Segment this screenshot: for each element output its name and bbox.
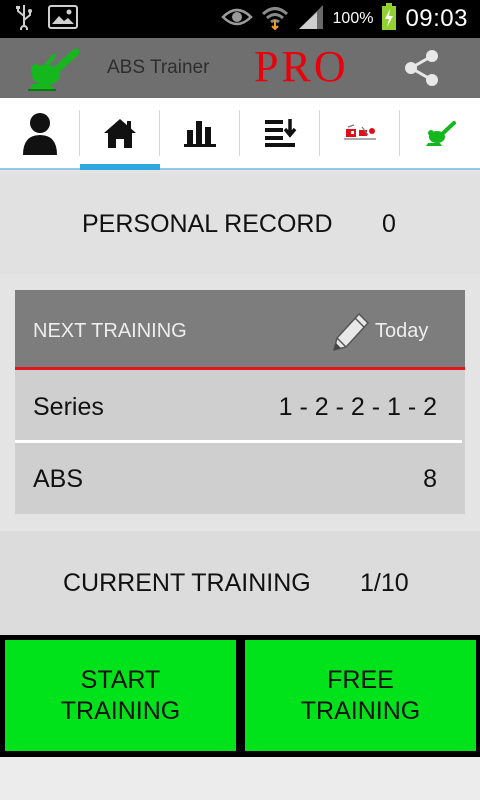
current-training-value: 1/10 [360, 569, 409, 597]
free-training-button[interactable]: FREE TRAINING [245, 640, 476, 751]
app-title: ABS Trainer [107, 57, 210, 78]
bar-chart-icon [184, 121, 216, 147]
next-training-header: NEXT TRAINING Today [15, 290, 465, 370]
tab-profile[interactable] [0, 98, 80, 168]
sort-list-icon [265, 119, 297, 147]
person-icon [23, 113, 57, 155]
tab-home[interactable] [80, 98, 160, 170]
pencil-icon[interactable] [329, 310, 373, 352]
tab-stats[interactable] [160, 98, 240, 168]
battery-percent: 100% [332, 10, 374, 27]
personal-record-panel: PERSONAL RECORD 0 [0, 174, 480, 274]
series-value: 1 - 2 - 2 - 1 - 2 [278, 393, 437, 421]
series-label: Series [33, 393, 104, 421]
footer-area [0, 757, 480, 800]
battery-charging-icon [381, 2, 397, 36]
eye-icon [220, 6, 253, 33]
situp-figure-icon [426, 121, 456, 146]
status-bar: 100% 09:03 [0, 0, 480, 38]
status-clock: 09:03 [405, 5, 468, 32]
exercise-figure-icon [344, 124, 376, 140]
abs-label: ABS [33, 465, 84, 493]
share-button[interactable] [400, 48, 444, 88]
personal-record-value: 0 [382, 210, 396, 238]
next-training-date: Today [375, 320, 429, 342]
usb-icon [14, 4, 34, 35]
series-row: Series 1 - 2 - 2 - 1 - 2 [15, 373, 465, 443]
app-bar: ABS Trainer PRO [0, 38, 480, 98]
next-training-card: NEXT TRAINING Today Series 1 - 2 - 2 - 1… [15, 290, 465, 514]
image-icon [48, 4, 78, 34]
tab-levels[interactable] [240, 98, 320, 168]
personal-record-label: PERSONAL RECORD [82, 210, 333, 238]
abs-row: ABS 8 [15, 445, 465, 515]
signal-icon [297, 4, 325, 35]
share-icon [405, 50, 438, 86]
abs-value: 8 [423, 465, 437, 493]
tab-abs[interactable] [400, 98, 480, 168]
tab-exercises[interactable] [320, 98, 400, 168]
app-logo-icon [24, 44, 80, 92]
wifi-icon [261, 4, 289, 35]
pro-label: PRO [254, 42, 349, 91]
current-training-panel: CURRENT TRAINING 1/10 [0, 531, 480, 635]
tab-bar [0, 98, 480, 170]
action-buttons: START TRAINING FREE TRAINING [0, 635, 480, 757]
row-divider [15, 440, 462, 443]
start-training-button[interactable]: START TRAINING [5, 640, 236, 751]
next-training-label: NEXT TRAINING [33, 320, 187, 342]
current-training-label: CURRENT TRAINING [63, 569, 311, 597]
home-icon [104, 119, 136, 148]
